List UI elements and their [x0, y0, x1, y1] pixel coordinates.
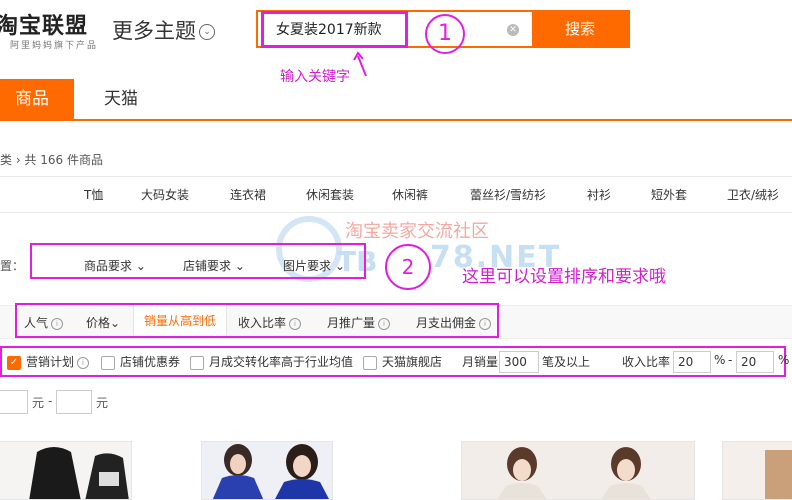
filter-tmall-flagship[interactable]: 天猫旗舰店	[363, 353, 442, 370]
category-dress[interactable]: 连衣裙	[230, 186, 266, 203]
category-short-jacket[interactable]: 短外套	[651, 186, 687, 203]
search-button[interactable]: 搜索	[532, 12, 628, 46]
chevron-down-icon: ⌄	[231, 259, 245, 273]
info-icon: i	[77, 356, 90, 369]
clear-icon[interactable]: ✕	[507, 24, 519, 36]
logo-subtitle: 阿里妈妈旗下产品	[10, 41, 99, 51]
chevron-down-icon: ⌄	[132, 259, 146, 273]
category-tshirt[interactable]: T恤	[84, 186, 103, 203]
divider	[0, 212, 792, 213]
checkbox-icon[interactable]	[363, 355, 377, 370]
percent-sign: %	[714, 353, 726, 367]
product-image[interactable]	[722, 441, 792, 500]
breadcrumb: 类 › 共 166 件商品	[0, 153, 103, 167]
category-shirt[interactable]: 衬衫	[587, 186, 611, 203]
monthly-sales-input[interactable]	[499, 351, 539, 373]
chevron-down-icon: ⌄	[331, 259, 345, 273]
annotation-step-2: 2	[385, 244, 431, 290]
annotation-box-keyword	[261, 11, 408, 48]
tab-products[interactable]: 商品	[0, 79, 74, 119]
chevron-down-icon: ⌄	[199, 24, 215, 40]
percent-sign: %	[778, 353, 790, 367]
checkbox-icon[interactable]	[101, 355, 115, 370]
product-image[interactable]	[461, 441, 695, 500]
checkbox-checked-icon[interactable]: ✓	[7, 355, 21, 370]
price-dash: -	[48, 394, 53, 408]
price-min-input[interactable]	[0, 390, 28, 414]
product-image[interactable]	[201, 441, 333, 500]
product-image[interactable]	[0, 441, 132, 500]
tab-tmall[interactable]: 天猫	[104, 79, 138, 119]
category-hoodie[interactable]: 卫衣/绒衫	[727, 186, 779, 203]
filter-conversion-rate[interactable]: 月成交转化率高于行业均值	[190, 353, 353, 370]
product-photo-icon	[723, 442, 792, 499]
filter-label: 营销计划	[26, 355, 75, 369]
product-photo-icon	[202, 442, 332, 499]
filter-label: 月成交转化率高于行业均值	[209, 355, 354, 369]
price-unit: 元	[32, 396, 45, 410]
divider	[0, 176, 792, 177]
category-casual-set[interactable]: 休闲套装	[306, 186, 354, 203]
category-casual-pants[interactable]: 休闲裤	[392, 186, 428, 203]
dropdown-label: 图片要求	[283, 259, 332, 273]
filter-label: 店铺优惠券	[120, 355, 181, 369]
monthly-sales-label: 月销量	[462, 355, 499, 369]
dropdown-label: 商品要求	[84, 259, 133, 273]
dropdown-image-requirements[interactable]: 图片要求 ⌄	[283, 257, 345, 274]
category-lace-chiffon[interactable]: 蕾丝衫/雪纺衫	[470, 186, 546, 203]
filter-store-coupon[interactable]: 店铺优惠券	[101, 353, 180, 370]
dropdown-label: 店铺要求	[183, 259, 232, 273]
product-photo-icon	[462, 442, 694, 499]
annotation-step-1: 1	[425, 14, 465, 54]
income-ratio-label: 收入比率	[622, 355, 671, 369]
dropdown-store-requirements[interactable]: 店铺要求 ⌄	[183, 257, 245, 274]
income-ratio-max-input[interactable]	[736, 351, 774, 373]
monthly-sales-suffix: 笔及以上	[542, 355, 591, 369]
price-unit: 元	[96, 396, 109, 410]
dropdown-product-requirements[interactable]: 商品要求 ⌄	[84, 257, 146, 274]
logo-title: 淘宝联盟	[0, 14, 89, 39]
annotation-arrow-icon	[353, 51, 367, 77]
sort-settings-label: 置：	[0, 259, 25, 273]
product-photo-icon	[0, 442, 131, 499]
range-dash: -	[728, 353, 733, 367]
category-plus-size[interactable]: 大码女装	[141, 186, 189, 203]
more-themes-menu[interactable]: 更多主题 ⌄	[112, 15, 215, 45]
income-ratio-min-input[interactable]	[673, 351, 711, 373]
annotation-box-sort	[15, 303, 499, 338]
result-tabs: 商品 天猫	[0, 79, 792, 121]
annotation-hint-sort: 这里可以设置排序和要求哦	[462, 267, 666, 287]
filter-marketing-plan[interactable]: ✓ 营销计划 i	[7, 353, 90, 370]
checkbox-icon[interactable]	[190, 355, 204, 370]
filter-label: 天猫旗舰店	[382, 355, 443, 369]
more-themes-label: 更多主题	[112, 19, 196, 43]
price-max-input[interactable]	[56, 390, 92, 414]
